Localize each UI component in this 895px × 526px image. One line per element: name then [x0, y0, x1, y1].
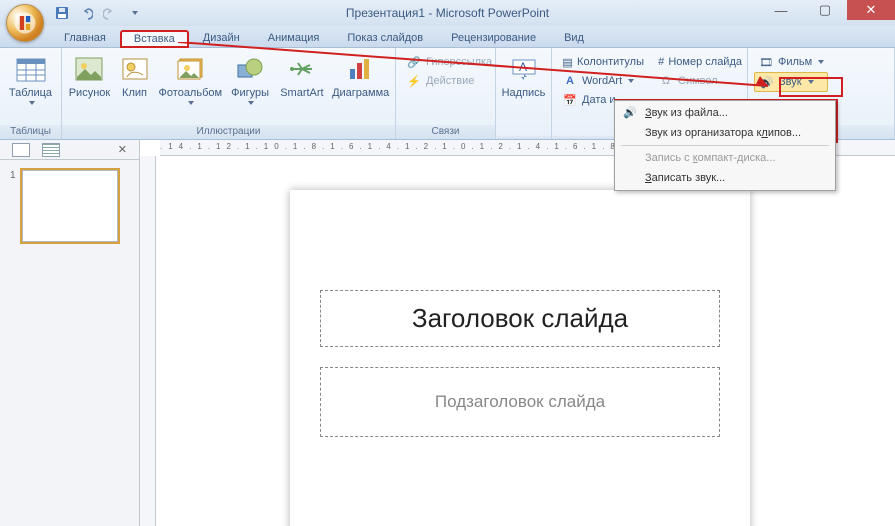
- picture-button[interactable]: Рисунок: [66, 51, 113, 99]
- group-illustrations-label: Иллюстрации: [62, 125, 395, 139]
- save-icon[interactable]: [52, 3, 72, 23]
- group-tables-label: Таблицы: [0, 125, 61, 139]
- sound-from-organizer[interactable]: Звук из организатора клипов...: [617, 123, 833, 143]
- table-button[interactable]: Таблица: [4, 51, 57, 105]
- action-icon: ⚡: [406, 73, 422, 89]
- tab-home[interactable]: Главная: [50, 29, 120, 47]
- symbol-button: ΩСимвол: [654, 72, 746, 90]
- smartart-button[interactable]: SmartArt: [276, 51, 329, 99]
- minimize-button[interactable]: —: [759, 0, 803, 20]
- album-icon: [174, 53, 206, 85]
- table-icon: [15, 53, 47, 85]
- shapes-button[interactable]: Фигуры: [227, 51, 274, 105]
- edit-area: Заголовок слайда Подзаголовок слайда: [140, 140, 895, 526]
- tab-slideshow[interactable]: Показ слайдов: [333, 29, 437, 47]
- slide-thumbnail[interactable]: 1: [10, 170, 129, 242]
- maximize-button[interactable]: ▢: [803, 0, 847, 20]
- hash-icon: #: [658, 54, 664, 70]
- movie-button[interactable]: 🎞Фильм: [754, 53, 828, 71]
- wordart-icon: A: [562, 73, 578, 89]
- undo-icon[interactable]: [76, 3, 96, 23]
- outline-tab[interactable]: [42, 143, 60, 157]
- omega-icon: Ω: [658, 73, 674, 89]
- wordart-button[interactable]: AWordArt: [558, 72, 648, 90]
- office-button[interactable]: [6, 4, 44, 42]
- date-icon: 📅: [562, 92, 578, 108]
- picture-icon: [73, 53, 105, 85]
- smartart-icon: [286, 53, 318, 85]
- redo-icon[interactable]: [100, 3, 120, 23]
- action-button: ⚡Действие: [402, 72, 496, 90]
- tab-review[interactable]: Рецензирование: [437, 29, 550, 47]
- close-button[interactable]: ✕: [847, 0, 895, 20]
- dd1-rest: вук из файла...: [652, 107, 728, 119]
- title-placeholder[interactable]: Заголовок слайда: [320, 290, 720, 347]
- sound-from-cd[interactable]: Запись с компакт-диска...: [617, 148, 833, 168]
- svg-text:A: A: [518, 60, 526, 74]
- slide-panel: ✕ 1: [0, 140, 140, 526]
- slides-tab[interactable]: [12, 143, 30, 157]
- speaker-file-icon: 🔊: [623, 106, 639, 122]
- clip-button[interactable]: Клип: [115, 51, 154, 99]
- headerfooter-icon: ▤: [562, 54, 573, 70]
- tab-view[interactable]: Вид: [550, 29, 598, 47]
- window-title: Презентация1 - Microsoft PowerPoint: [346, 6, 549, 20]
- sound-button[interactable]: 🔊Звук: [754, 72, 828, 92]
- tab-insert[interactable]: Вставка: [120, 30, 189, 48]
- qat-more-icon[interactable]: [124, 3, 144, 23]
- film-icon: 🎞: [758, 54, 774, 70]
- link-icon: 🔗: [406, 54, 422, 70]
- sound-from-file[interactable]: 🔊Звук из файла...: [617, 103, 833, 123]
- tab-animation[interactable]: Анимация: [254, 29, 334, 47]
- sound-dropdown: 🔊Звук из файла... Звук из организатора к…: [614, 100, 836, 191]
- slide-canvas[interactable]: Заголовок слайда Подзаголовок слайда: [290, 190, 750, 526]
- close-panel-icon[interactable]: ✕: [118, 143, 127, 156]
- textbox-icon: A: [508, 53, 540, 85]
- chart-icon: [345, 53, 377, 85]
- tab-design[interactable]: Дизайн: [189, 29, 254, 47]
- slidenumber-button[interactable]: #Номер слайда: [654, 53, 746, 71]
- subtitle-placeholder[interactable]: Подзаголовок слайда: [320, 367, 720, 437]
- shapes-icon: [234, 53, 266, 85]
- textbox-button[interactable]: A Надпись: [500, 51, 547, 99]
- thumb-preview: [22, 170, 118, 242]
- headerfooter-button[interactable]: ▤Колонтитулы: [558, 53, 648, 71]
- speaker-icon: 🔊: [759, 74, 775, 90]
- table-label: Таблица: [9, 87, 52, 99]
- record-sound[interactable]: Записать звук...: [617, 168, 833, 188]
- chart-button[interactable]: Диаграмма: [330, 51, 391, 99]
- clip-icon: [119, 53, 151, 85]
- hyperlink-button: 🔗Гиперссылка: [402, 53, 496, 71]
- dropdown-separator: [621, 145, 829, 146]
- thumb-number: 1: [10, 170, 16, 242]
- photoalbum-button[interactable]: Фотоальбом: [156, 51, 224, 105]
- group-links-label: Связи: [396, 125, 495, 139]
- ruler-vertical: [140, 156, 156, 526]
